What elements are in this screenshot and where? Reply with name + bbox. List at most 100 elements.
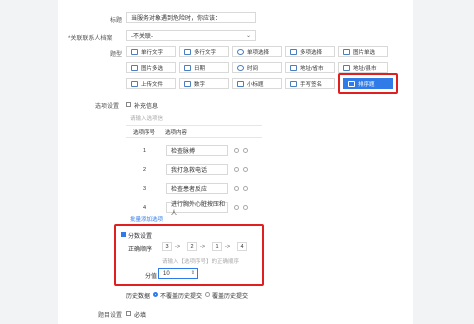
radio-icon	[237, 48, 244, 55]
row-num: 1	[143, 148, 147, 154]
pen-icon	[290, 80, 297, 87]
chevron-down-icon: ⌄	[245, 33, 251, 39]
type-signature[interactable]: 手写签名	[285, 78, 335, 89]
title-input-value: 当服务对象遇到危险时，你应该：	[131, 16, 222, 22]
batch-add-link[interactable]: 批量添加选项	[130, 215, 163, 223]
paragraph-icon	[184, 48, 191, 55]
order-label: 正确顺序	[128, 247, 153, 253]
move-up-icon[interactable]	[234, 148, 239, 153]
required-label: 必填	[134, 313, 147, 319]
image-icon	[343, 48, 350, 55]
history-radio-keep[interactable]	[153, 292, 158, 297]
type-image-multi[interactable]: 图片多选	[126, 62, 176, 73]
row-num: 2	[143, 167, 147, 173]
image-multi-icon	[131, 64, 138, 71]
archive-select[interactable]: -不关联- ⌄	[126, 30, 256, 41]
type-label-text: 图片多选	[141, 65, 164, 72]
type-label-text: 单项选择	[247, 49, 270, 56]
calendar-icon	[184, 64, 191, 71]
misc-label: 题目设置	[98, 313, 123, 319]
text-icon	[131, 48, 138, 55]
type-label-text: 上传文件	[141, 81, 164, 88]
type-label-text: 多项选择	[300, 49, 323, 56]
history-radio-overwrite[interactable]	[205, 292, 210, 297]
order-value: 1	[215, 243, 219, 250]
archive-select-value: -不关联-	[131, 34, 153, 40]
clock-icon	[237, 64, 244, 71]
type-label-text: 地址/省市	[300, 65, 324, 72]
checkbox-icon	[290, 48, 297, 55]
option-input[interactable]: 检查脉搏	[166, 145, 228, 156]
type-number[interactable]: 数字	[179, 78, 229, 89]
history-opt-keep: 不覆盖历史提交	[160, 294, 203, 300]
table-border-header	[126, 137, 262, 138]
type-label-text: 时间	[247, 65, 259, 72]
option-input[interactable]: 进行胸外心脏按压和人	[166, 202, 228, 217]
options-label: 选项设置	[95, 104, 120, 110]
order-value: 4	[240, 243, 244, 250]
option-input-value: 我打急救电话	[171, 168, 208, 174]
type-multi-choice[interactable]: 多项选择	[285, 46, 335, 57]
stepper-icon[interactable]: ⇕	[191, 271, 195, 276]
order-input-3[interactable]: 1	[212, 242, 222, 251]
location-icon	[290, 64, 297, 71]
option-input[interactable]: 我打急救电话	[166, 164, 228, 175]
type-label-text: 小标题	[247, 81, 264, 88]
type-time[interactable]: 时间	[232, 62, 282, 73]
option-input-value: 检查患者反应	[171, 187, 208, 193]
upload-icon	[131, 80, 138, 87]
remove-icon[interactable]	[243, 148, 248, 153]
remove-icon[interactable]	[243, 167, 248, 172]
order-arrow: ->	[225, 244, 231, 250]
order-input-2[interactable]: 2	[187, 242, 197, 251]
title-input[interactable]: 当服务对象遇到危险时，你应该：	[126, 12, 256, 23]
row-num: 3	[143, 186, 147, 192]
remove-icon[interactable]	[243, 205, 248, 210]
score-checkbox[interactable]	[121, 232, 126, 237]
score-input-value: 10	[163, 270, 170, 277]
type-label-text: 日期	[194, 65, 206, 72]
move-up-icon[interactable]	[234, 205, 239, 210]
type-multi-text[interactable]: 多行文字	[179, 46, 229, 57]
highlight-sort-type	[338, 73, 398, 94]
option-input[interactable]: 检查患者反应	[166, 183, 228, 194]
score-label: 分数设置	[128, 234, 153, 240]
option-input-value: 检查脉搏	[171, 149, 196, 155]
type-label-text: 图片单选	[353, 49, 376, 56]
order-input-1[interactable]: 3	[162, 242, 172, 251]
type-address-county[interactable]: 地址/县市	[338, 62, 388, 73]
col-content-header: 选项内容	[165, 130, 188, 136]
type-label-text: 手写签名	[300, 81, 323, 88]
type-label-text: 多行文字	[194, 49, 217, 56]
required-checkbox[interactable]	[126, 311, 131, 316]
type-single-text[interactable]: 单行文字	[126, 46, 176, 57]
archive-label: *关联联系人档案	[68, 36, 113, 42]
supplement-checkbox[interactable]	[126, 102, 131, 107]
move-up-icon[interactable]	[234, 167, 239, 172]
row-num: 4	[143, 205, 147, 211]
heading-icon	[237, 80, 244, 87]
col-order-header: 选项序号	[133, 130, 156, 136]
title-label: 标题	[110, 18, 123, 24]
type-date[interactable]: 日期	[179, 62, 229, 73]
score-input[interactable]: 10 ⇕	[158, 268, 198, 279]
table-border-top	[126, 125, 262, 126]
remove-icon[interactable]	[243, 186, 248, 191]
history-opt-overwrite: 覆盖历史提交	[212, 294, 249, 300]
type-single-choice[interactable]: 单项选择	[232, 46, 282, 57]
order-arrow: ->	[175, 244, 181, 250]
type-image-single[interactable]: 图片单选	[338, 46, 388, 57]
location-icon	[343, 64, 350, 71]
type-label-text: 单行文字	[141, 49, 164, 56]
type-address-province[interactable]: 地址/省市	[285, 62, 335, 73]
order-input-4[interactable]: 4	[237, 242, 247, 251]
type-upload[interactable]: 上传文件	[126, 78, 176, 89]
option-input-value: 进行胸外心脏按压和人	[171, 201, 226, 217]
type-subtitle[interactable]: 小标题	[232, 78, 282, 89]
move-up-icon[interactable]	[234, 186, 239, 191]
history-label: 历史数据	[126, 294, 151, 300]
order-hint: 请输入【选项序号】的正确顺序	[162, 259, 240, 265]
number-icon	[184, 80, 191, 87]
options-placeholder: 请输入选项信	[130, 116, 164, 122]
score-value-label: 分值	[145, 274, 158, 280]
